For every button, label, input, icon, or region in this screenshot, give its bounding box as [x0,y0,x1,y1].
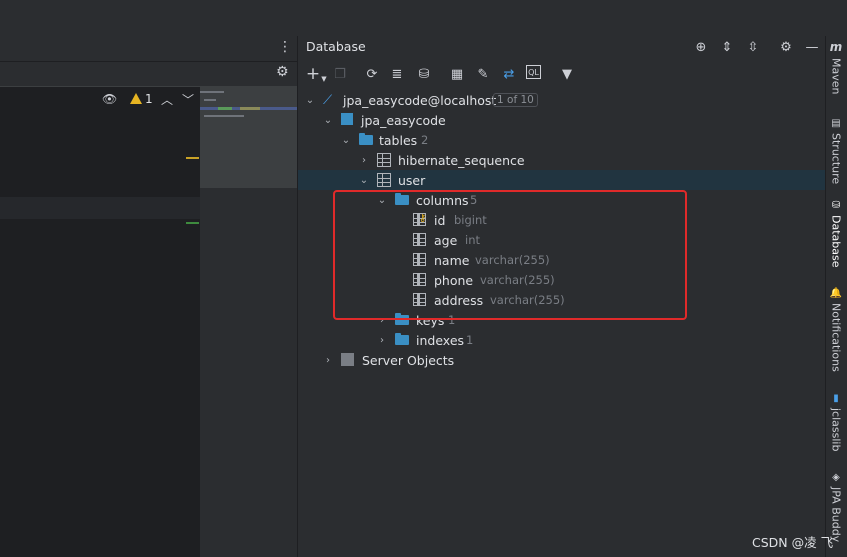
chevron-up-icon[interactable]: ︿ [161,91,173,108]
gear-icon[interactable]: ⚙ [777,38,795,56]
tree-node-connection[interactable]: ⌄ ⟋ jpa_easycode@localhost 1 of 10 [298,90,825,110]
tables-count: 2 [421,133,429,147]
tree-node-indexes[interactable]: › indexes 1 [298,330,825,350]
structure-label: Structure [829,133,843,185]
schema-label: jpa_easycode [361,112,446,128]
table-icon [377,173,391,187]
top-bar [0,0,298,37]
jclasslib-label: jclasslib [829,408,843,452]
highlight-annotation [333,190,687,320]
minimap[interactable] [200,87,298,188]
jpa-buddy-icon: ◈ [832,472,840,483]
connection-badge: 1 of 10 [493,93,538,107]
tool-window-jclasslib[interactable]: ▮ jclasslib [826,393,846,451]
chevron-right-icon[interactable]: › [322,355,334,366]
database-label: Database [829,215,843,268]
current-line-highlight [0,197,200,219]
schema-icon [341,113,353,125]
chevron-down-icon[interactable]: ⌄ [358,175,370,186]
eye-hidden-icon[interactable]: 👁 [102,92,117,106]
chevron-right-icon[interactable]: › [358,155,370,166]
warning-icon[interactable] [130,93,142,104]
chevron-down-icon[interactable]: ﹀ [182,91,194,108]
tables-label: tables [379,132,418,148]
collapse-all-icon[interactable]: ⇳ [744,38,762,56]
change-marker [186,157,199,159]
bell-icon: 🔔 [829,288,843,299]
chevron-down-icon[interactable]: ⌄ [304,95,316,106]
database-stop-icon[interactable]: ⛁ [415,65,433,83]
crosshair-icon[interactable]: ⊕ [692,38,710,56]
connection-label: jpa_easycode@localhost [343,92,497,108]
structure-icon: ▤ [831,118,841,129]
change-marker [186,222,199,224]
edit-icon[interactable]: ✎ [474,65,492,83]
notifications-label: Notifications [829,303,843,372]
database-icon: ⛁ [831,200,841,211]
tree-node-table-user[interactable]: ⌄ user [298,170,825,190]
tool-window-notifications[interactable]: 🔔 Notifications [826,288,846,372]
panel-title: Database [306,39,366,54]
editor-gutter [200,188,298,557]
filter-icon[interactable]: ▼ [558,65,576,83]
watermark: CSDN @凌 飞 [752,535,834,550]
schema-settings-icon[interactable]: ≣ [388,65,406,83]
more-options-icon[interactable]: ⋮ [278,39,292,55]
maven-icon: m [829,40,843,54]
folder-icon [359,133,373,145]
tree-node-tables[interactable]: ⌄ tables 2 [298,130,825,150]
gear-icon[interactable]: ⚙ [276,64,289,80]
minimize-icon[interactable]: — [803,38,821,56]
copy-icon[interactable]: ❐ [331,65,349,83]
tree-node-schema[interactable]: ⌄ jpa_easycode [298,110,825,130]
maven-label: Maven [829,58,843,95]
table-label: user [398,172,426,188]
chevron-down-icon[interactable]: ⌄ [340,135,352,146]
tree-node-server-objects[interactable]: › Server Objects [298,350,825,370]
tool-window-database[interactable]: ⛁ Database [826,200,846,268]
editor-breadcrumb-bar: ⚙ [0,62,298,87]
chevron-right-icon[interactable]: › [376,335,388,346]
table-label: hibernate_sequence [398,152,525,168]
table-icon [377,153,391,167]
tool-window-structure[interactable]: ▤ Structure [826,118,846,184]
warning-count: 1 [145,92,153,106]
expand-all-icon[interactable]: ⇕ [718,38,736,56]
refresh-icon[interactable]: ⟳ [363,65,381,83]
jump-icon[interactable]: ⇄ [500,65,518,83]
tree-node-table-hibernate-sequence[interactable]: › hibernate_sequence [298,150,825,170]
indexes-label: indexes [416,332,465,348]
query-console-icon[interactable]: QL [526,65,541,79]
server-objects-icon [341,353,354,366]
chevron-down-icon[interactable]: ⌄ [322,115,334,126]
editor-tab-bar: ⋮ [0,36,298,62]
connection-icon: ⟋ [323,93,333,108]
code-editor[interactable] [0,87,200,557]
jclasslib-icon: ▮ [833,393,839,404]
server-objects-label: Server Objects [362,352,455,368]
folder-icon [395,333,409,345]
tool-window-maven[interactable]: m Maven [826,40,846,94]
indexes-count: 1 [466,333,474,347]
table-view-icon[interactable]: ▦ [448,65,466,83]
